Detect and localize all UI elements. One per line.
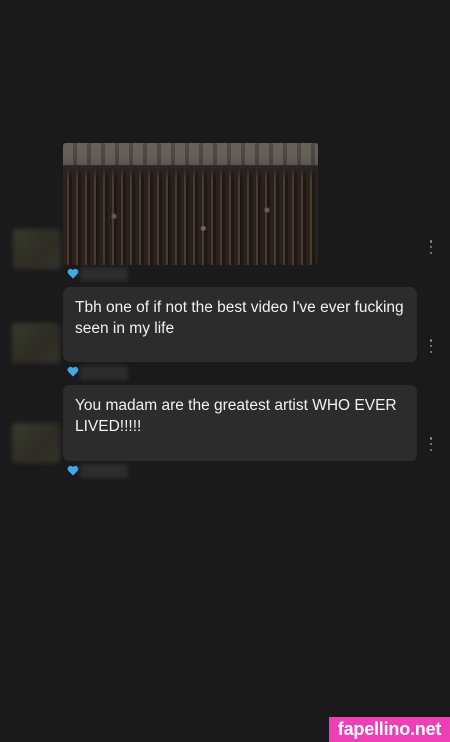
heart-icon[interactable]	[67, 465, 79, 476]
comment-bubble[interactable]: You madam are the greatest artist WHO EV…	[63, 385, 417, 461]
more-vertical-icon[interactable]	[429, 339, 433, 353]
comment-text: You madam are the greatest artist WHO EV…	[75, 397, 397, 435]
avatar[interactable]	[12, 423, 60, 463]
commenter-name	[80, 464, 128, 478]
comment-media-image[interactable]	[63, 143, 318, 265]
heart-icon[interactable]	[67, 366, 79, 377]
comment-bubble[interactable]: Tbh one of if not the best video I've ev…	[63, 287, 417, 362]
more-vertical-icon[interactable]	[429, 437, 433, 451]
avatar[interactable]	[12, 323, 60, 363]
watermark-text: fapellino.net	[337, 719, 442, 739]
avatar[interactable]	[13, 229, 61, 269]
watermark-badge: fapellino.net	[329, 717, 450, 742]
commenter-name	[80, 366, 128, 380]
commenter-name	[80, 267, 128, 281]
heart-icon[interactable]	[67, 268, 79, 279]
more-vertical-icon[interactable]	[429, 240, 433, 254]
comment-text: Tbh one of if not the best video I've ev…	[75, 299, 404, 337]
